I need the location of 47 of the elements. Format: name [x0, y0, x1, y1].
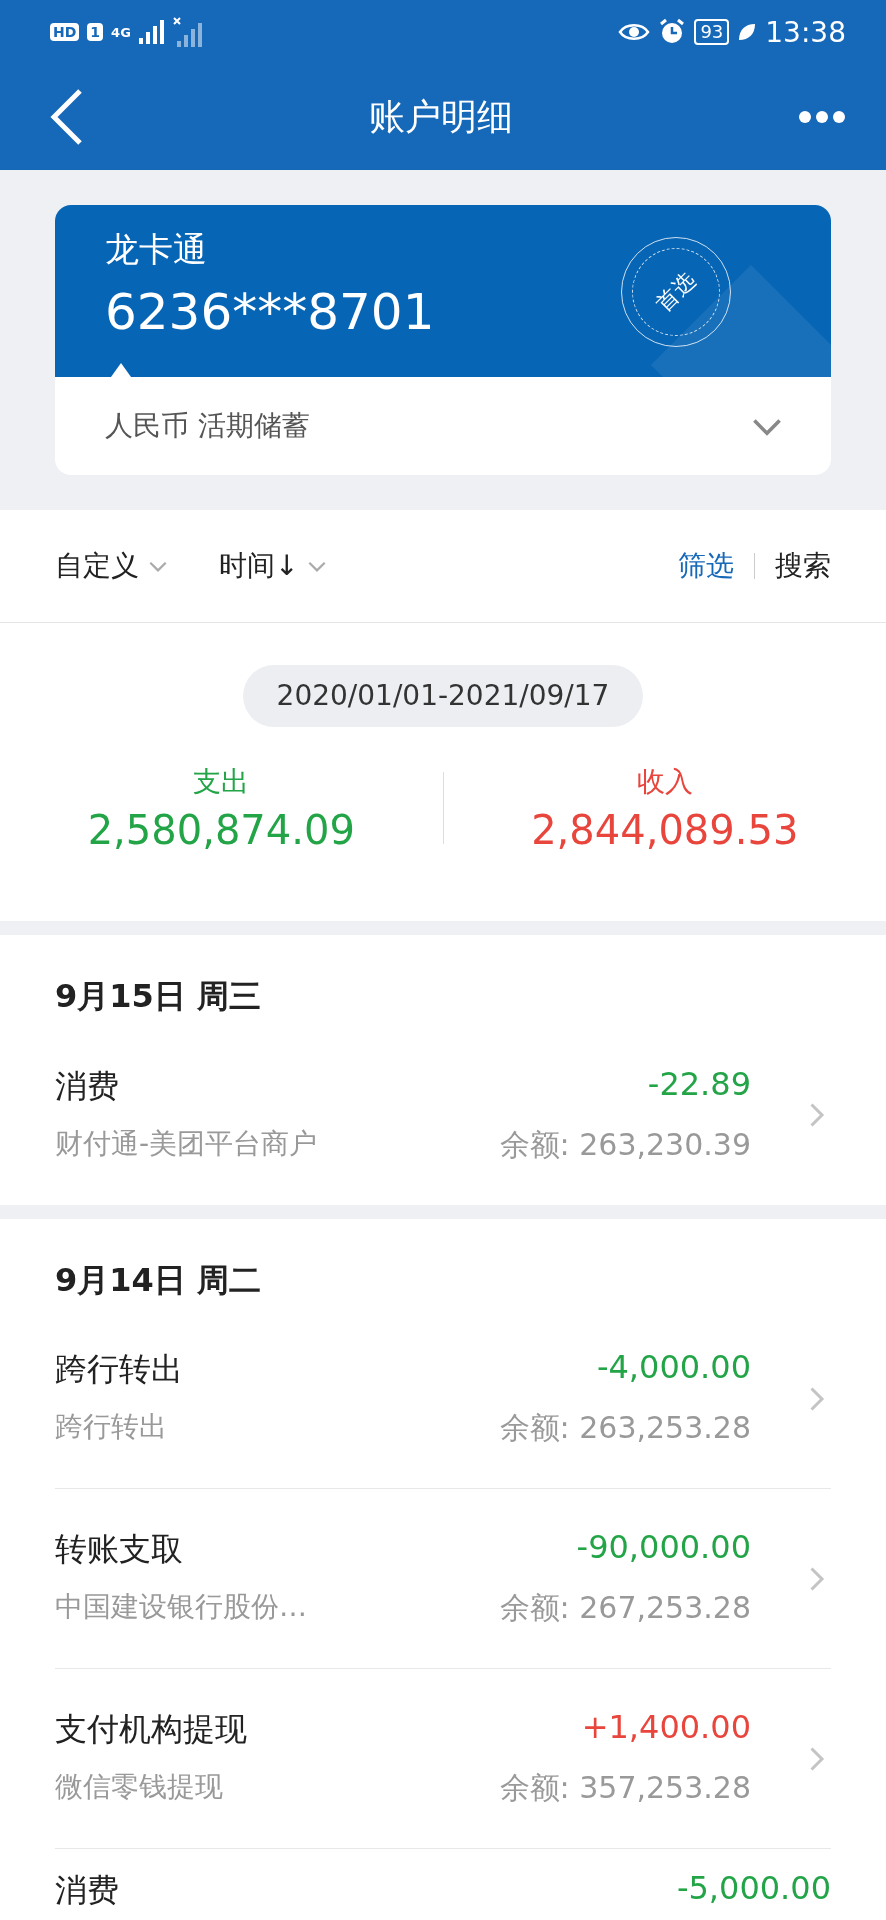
transaction-balance: 余额: 263,253.28 [499, 1409, 751, 1447]
filter-link[interactable]: 筛选 [678, 547, 734, 585]
transaction-description: 微信零钱提现 [55, 1769, 224, 1805]
transaction-title: 支付机构提现 [55, 1709, 248, 1750]
more-icon[interactable] [798, 110, 846, 124]
sim-indicator: 1 [87, 23, 104, 41]
back-icon[interactable] [48, 89, 84, 145]
transaction-balance: 余额: 263,230.39 [499, 1125, 751, 1164]
transaction-balance: 余额: 357,253.28 [499, 1769, 751, 1807]
no-signal-icon [172, 17, 203, 47]
transaction-title: 转账支取 [55, 1529, 184, 1570]
transaction-amount: -4,000.00 [595, 1348, 751, 1388]
transaction-description: 中国建设银行股份… [55, 1589, 308, 1625]
account-type: 人民币 活期储蓄 [105, 408, 310, 444]
stat-amount: 2,580,874.09 [87, 807, 355, 853]
filter-dropdown[interactable]: 时间↓ [219, 547, 329, 585]
card-pointer [111, 363, 131, 377]
signal-icon [138, 20, 165, 44]
stat-amount: 2,844,089.53 [531, 807, 799, 853]
eye-icon [618, 21, 651, 43]
day-heading: 9月15日 周三 [55, 976, 262, 1017]
card-name: 龙卡通 [105, 228, 208, 271]
hd-indicator: HD [50, 23, 80, 41]
alarm-icon [658, 18, 687, 46]
transaction-description: 跨行转出 [55, 1409, 168, 1445]
transaction-title: 消费 [55, 1065, 120, 1107]
day-heading: 9月14日 周二 [55, 1260, 262, 1301]
transaction-amount: -5,000.00 [676, 1869, 831, 1909]
stat-label: 收入 [636, 764, 693, 800]
transaction-balance: 余额: 267,253.28 [499, 1589, 751, 1627]
transaction-title: 消费 [55, 1870, 120, 1911]
transaction-amount: -22.89 [646, 1064, 751, 1105]
battery-indicator: 93 [694, 19, 730, 45]
transaction-amount: -90,000.00 [575, 1528, 751, 1568]
transaction-description: 财付通-美团平台商户 [55, 1125, 319, 1162]
stat-label: 支出 [193, 764, 250, 800]
transaction-title: 跨行转出 [55, 1349, 184, 1390]
account-card[interactable]: 龙卡通 6236***8701 首选 人民币 活期储蓄 [55, 205, 831, 475]
transaction-amount: +1,400.00 [580, 1708, 751, 1748]
filter-dropdown[interactable]: 自定义 [55, 547, 169, 585]
date-range[interactable]: 2020/01/01-2021/09/17 [242, 665, 644, 727]
card-number: 6236***8701 [105, 283, 435, 341]
page-title: 账户明细 [369, 94, 513, 139]
search-link[interactable]: 搜索 [775, 547, 831, 585]
network-type: 4G [111, 24, 131, 40]
clock-time: 13:38 [765, 15, 846, 49]
leaf-icon [737, 22, 758, 42]
